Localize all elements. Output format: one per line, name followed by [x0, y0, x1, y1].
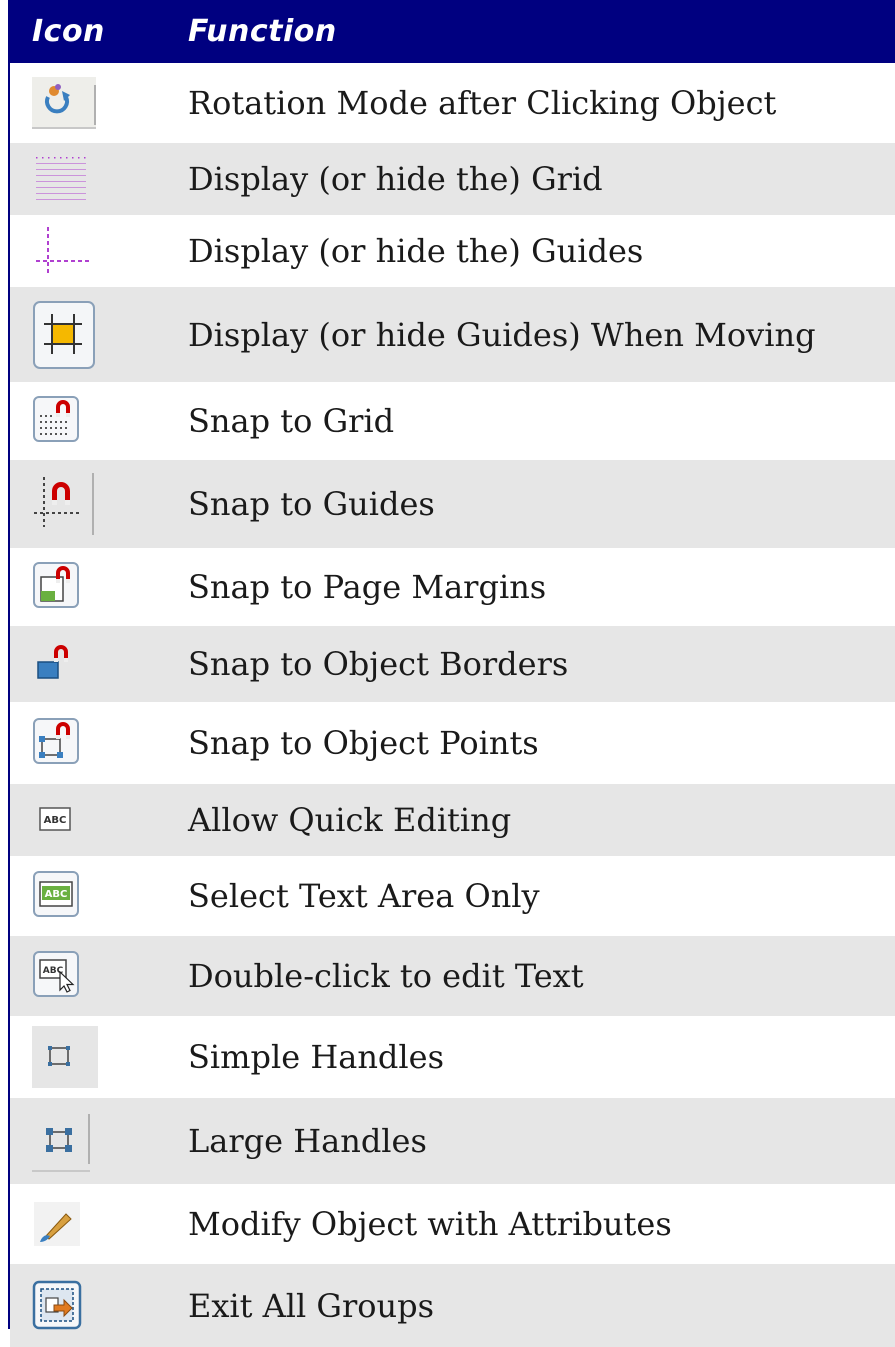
icon-cell: [10, 287, 188, 382]
table-row: Snap to Object Borders: [10, 626, 895, 702]
row-label: Large Handles: [188, 1122, 427, 1160]
row-label: Snap to Object Points: [188, 724, 539, 762]
header-function-label: Function: [188, 14, 337, 49]
svg-text:ABC: ABC: [44, 815, 67, 826]
row-label: Simple Handles: [188, 1038, 444, 1076]
row-label: Display (or hide Guides) When Moving: [188, 315, 816, 354]
table-row: Snap to Grid: [10, 382, 895, 460]
table-row: Modify Object with Attributes: [10, 1184, 895, 1264]
icon-cell: [10, 548, 188, 626]
icon-cell: ABC: [10, 784, 188, 856]
table-row: Snap to Guides: [10, 460, 895, 548]
modify-with-attributes-icon[interactable]: [32, 1196, 98, 1252]
grid-icon[interactable]: [32, 151, 98, 207]
exit-all-groups-icon[interactable]: [32, 1278, 98, 1334]
icon-cell: [10, 143, 188, 215]
select-text-area-icon[interactable]: ABC: [32, 868, 98, 924]
table-row: Display (or hide the) Guides: [10, 215, 895, 287]
icon-cell: ABC: [10, 856, 188, 936]
table-row: Snap to Page Margins: [10, 548, 895, 626]
icon-cell: [10, 460, 188, 548]
row-label: Snap to Grid: [188, 402, 395, 440]
large-handles-icon[interactable]: [32, 1108, 98, 1174]
icon-cell: [10, 1184, 188, 1264]
table-row: Large Handles: [10, 1098, 895, 1184]
icon-cell: [10, 626, 188, 702]
row-label: Display (or hide the) Grid: [188, 160, 603, 198]
snap-to-guides-icon[interactable]: [32, 471, 98, 537]
table-header: Icon Function: [10, 0, 895, 63]
snap-to-page-margins-icon[interactable]: [32, 559, 98, 615]
row-label: Double-click to edit Text: [188, 957, 584, 995]
icon-cell: [10, 382, 188, 460]
quick-edit-icon[interactable]: ABC: [32, 792, 98, 848]
row-label: Rotation Mode after Clicking Object: [188, 84, 777, 122]
row-label: Allow Quick Editing: [188, 801, 512, 839]
icon-cell: [10, 1098, 188, 1184]
row-label: Exit All Groups: [188, 1286, 435, 1325]
table-row: Simple Handles: [10, 1016, 895, 1098]
simple-handles-icon[interactable]: [32, 1026, 98, 1088]
table-row: ABC Select Text Area Only: [10, 856, 895, 936]
row-label: Select Text Area Only: [188, 877, 540, 915]
row-label: Snap to Object Borders: [188, 645, 569, 683]
row-label: Snap to Guides: [188, 485, 435, 523]
rotation-mode-icon[interactable]: [32, 75, 98, 131]
row-label: Snap to Page Margins: [188, 568, 547, 606]
header-icon-label: Icon: [32, 14, 105, 49]
table-row: Snap to Object Points: [10, 702, 895, 784]
row-label: Modify Object with Attributes: [188, 1205, 672, 1243]
guides-icon[interactable]: [32, 223, 98, 279]
double-click-edit-icon[interactable]: ABC: [32, 948, 98, 1004]
snap-to-object-borders-icon[interactable]: [32, 636, 98, 692]
table-row: Rotation Mode after Clicking Object: [10, 63, 895, 143]
table-row: ABC Allow Quick Editing: [10, 784, 895, 856]
table-row: Display (or hide the) Grid: [10, 143, 895, 215]
table-row: ABC Double-click to edit Text: [10, 936, 895, 1016]
icon-cell: [10, 1264, 188, 1347]
table-row: Exit All Groups: [10, 1264, 895, 1347]
row-label: Display (or hide the) Guides: [188, 232, 644, 270]
snap-to-grid-icon[interactable]: [32, 393, 98, 449]
function-table: Icon Function Rotation Mode after Clicki…: [8, 0, 895, 1347]
icon-cell: ABC: [10, 936, 188, 1016]
svg-text:ABC: ABC: [45, 889, 68, 900]
icon-cell: [10, 1016, 188, 1098]
snap-to-object-points-icon[interactable]: [32, 715, 98, 771]
table-row: Display (or hide Guides) When Moving: [10, 287, 895, 382]
icon-cell: [10, 215, 188, 287]
icon-cell: [10, 702, 188, 784]
guides-when-moving-icon[interactable]: [32, 300, 98, 370]
icon-cell: [10, 63, 188, 143]
